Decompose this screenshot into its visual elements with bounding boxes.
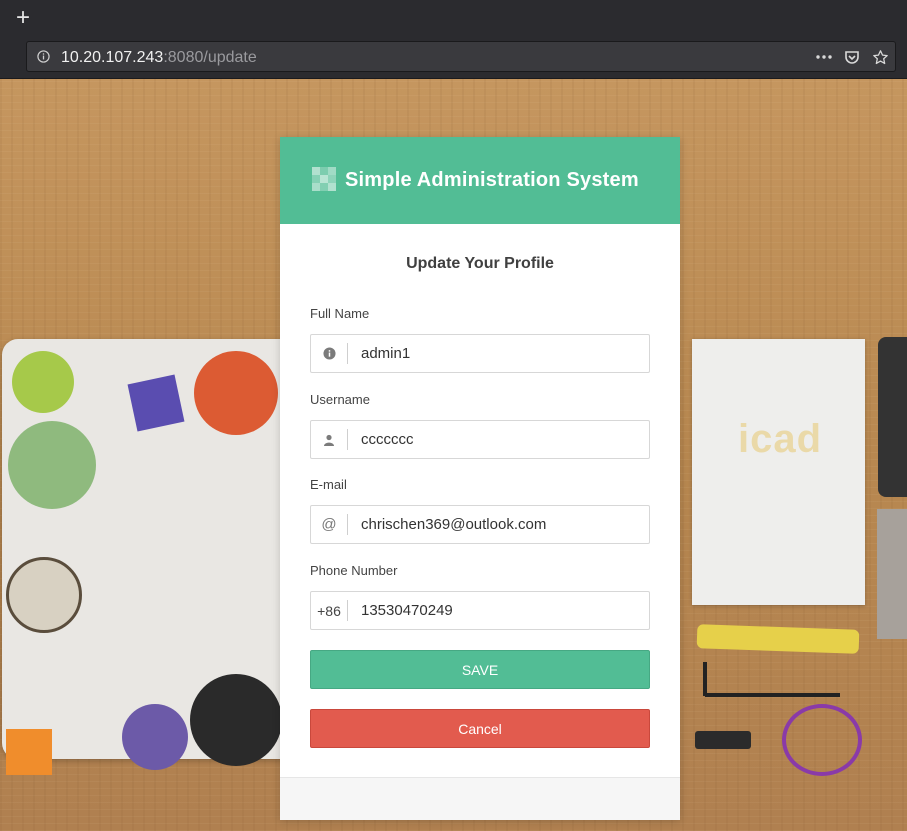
user-icon <box>311 421 347 458</box>
info-icon <box>311 335 347 372</box>
full-name-value: admin1 <box>361 345 411 362</box>
addon-divider <box>347 514 348 535</box>
card-footer <box>280 777 680 820</box>
app-logo-icon <box>312 167 336 191</box>
url-host: 10.20.107.243 <box>61 49 164 66</box>
app-title: Simple Administration System <box>345 169 639 191</box>
username-label: Username <box>310 392 370 407</box>
doc-logo-text: icad <box>738 417 823 461</box>
addon-divider <box>347 343 348 364</box>
save-button[interactable]: SAVE <box>310 650 650 689</box>
sticker <box>12 351 74 413</box>
address-bar-actions <box>815 47 889 67</box>
sticker <box>194 351 278 435</box>
laptop-with-stickers <box>2 339 302 775</box>
email-label: E-mail <box>310 477 347 492</box>
url-path: :8080/update <box>163 49 257 66</box>
address-bar[interactable]: 10.20.107.243:8080/update <box>26 41 896 72</box>
email-field[interactable]: @ chrischen369@outlook.com <box>310 505 650 544</box>
phone-value: 13530470249 <box>361 602 453 619</box>
new-tab-button[interactable]: + <box>12 6 34 30</box>
url-text[interactable]: 10.20.107.243:8080/update <box>61 49 257 67</box>
cancel-button[interactable]: Cancel <box>310 709 650 748</box>
username-field[interactable]: ccccccc <box>310 420 650 459</box>
allen-key <box>705 693 840 697</box>
username-value: ccccccc <box>361 431 414 448</box>
more-icon[interactable] <box>815 48 833 66</box>
usb-drive <box>695 731 751 749</box>
profile-card: Simple Administration System Update Your… <box>280 137 680 820</box>
wallet <box>877 509 907 639</box>
sticker <box>8 421 96 509</box>
sticker <box>190 674 282 766</box>
sticker <box>122 704 188 770</box>
at-icon: @ <box>321 516 337 533</box>
addon-divider <box>347 600 348 621</box>
country-code: +86 <box>317 602 341 619</box>
sticker <box>6 729 52 775</box>
bookmark-star-icon[interactable] <box>871 48 889 66</box>
browser-nav-bar: 10.20.107.243:8080/update <box>0 38 907 79</box>
printed-document: icad <box>692 339 865 605</box>
phone-field[interactable]: +86 13530470249 <box>310 591 650 630</box>
sticker <box>6 557 82 633</box>
info-icon[interactable] <box>37 50 50 63</box>
browser-tab-bar: + <box>0 0 907 38</box>
addon-divider <box>347 429 348 450</box>
full-name-field[interactable]: admin1 <box>310 334 650 373</box>
card-header: Simple Administration System <box>280 137 680 224</box>
allen-key-bend <box>703 662 707 696</box>
cable-coil <box>782 704 862 776</box>
full-name-label: Full Name <box>310 306 370 321</box>
pocket-icon[interactable] <box>843 48 861 66</box>
form-title: Update Your Profile <box>406 255 554 272</box>
phone <box>878 337 907 497</box>
sticker <box>127 374 185 432</box>
email-value: chrischen369@outlook.com <box>361 516 547 533</box>
box-cutter <box>696 624 860 654</box>
phone-label: Phone Number <box>310 563 398 578</box>
